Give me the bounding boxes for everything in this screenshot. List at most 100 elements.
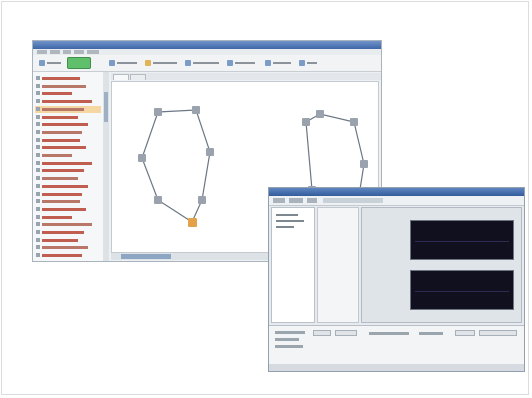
graph-node[interactable] xyxy=(192,106,200,114)
object-list-item[interactable] xyxy=(35,167,101,174)
item-icon xyxy=(36,222,40,227)
scrollbar-thumb[interactable] xyxy=(121,254,171,259)
tool-icon xyxy=(39,60,45,66)
object-list-item[interactable] xyxy=(35,221,101,228)
scrollbar-thumb[interactable] xyxy=(104,92,108,122)
scope-trace xyxy=(415,291,509,292)
object-list-item[interactable] xyxy=(35,160,101,167)
tree-node[interactable] xyxy=(276,226,294,228)
object-list-panel xyxy=(33,72,104,261)
status-field xyxy=(275,338,299,341)
menu-item[interactable] xyxy=(50,50,60,54)
object-list-item[interactable] xyxy=(35,129,101,136)
toolbar-button[interactable] xyxy=(39,59,63,67)
toolbar-button[interactable] xyxy=(273,198,285,203)
status-button[interactable] xyxy=(335,330,357,336)
image-frame xyxy=(1,1,529,395)
toolbar-button[interactable] xyxy=(289,198,303,203)
menu-item[interactable] xyxy=(87,50,99,54)
status-button[interactable] xyxy=(313,330,331,336)
tool-icon xyxy=(265,60,271,66)
graph-node[interactable] xyxy=(154,108,162,116)
toolbar-button-active[interactable] xyxy=(67,57,91,69)
toolbar-button[interactable] xyxy=(307,198,317,203)
object-list-item[interactable] xyxy=(35,206,101,213)
object-list-item[interactable] xyxy=(35,183,101,190)
item-icon xyxy=(36,206,40,211)
object-list-item[interactable] xyxy=(35,237,101,244)
tool-icon xyxy=(145,60,151,66)
monitor-title-bar[interactable] xyxy=(269,188,524,196)
object-list-item[interactable] xyxy=(35,90,101,97)
item-icon xyxy=(36,106,40,111)
item-icon xyxy=(36,91,40,96)
object-list-item[interactable] xyxy=(35,105,101,113)
object-list-item[interactable] xyxy=(35,244,101,251)
tree-node[interactable] xyxy=(276,214,298,216)
menu-item[interactable] xyxy=(63,50,71,54)
toolbar-button[interactable] xyxy=(323,198,383,203)
object-list-item[interactable] xyxy=(35,121,101,128)
graph-node[interactable] xyxy=(350,118,358,126)
status-button[interactable] xyxy=(479,330,517,336)
status-field xyxy=(275,331,305,334)
graph-node[interactable] xyxy=(206,148,214,156)
object-list-item[interactable] xyxy=(35,114,101,121)
object-list-item[interactable] xyxy=(35,229,101,236)
item-icon xyxy=(36,191,40,196)
signal-tree-panel xyxy=(271,207,315,323)
monitor-status-bar xyxy=(269,364,524,371)
object-list-item[interactable] xyxy=(35,152,101,159)
menu-item[interactable] xyxy=(74,50,84,54)
object-list-item[interactable] xyxy=(35,175,101,182)
monitor-toolbar xyxy=(269,196,524,206)
object-list-item[interactable] xyxy=(35,137,101,144)
item-icon xyxy=(36,145,40,150)
view-tab[interactable] xyxy=(130,74,146,80)
status-field xyxy=(369,332,409,335)
item-icon xyxy=(36,99,40,104)
object-list-item[interactable] xyxy=(35,83,101,90)
graph-node[interactable] xyxy=(302,118,310,126)
toolbar-button[interactable] xyxy=(299,59,319,67)
menu-item[interactable] xyxy=(37,50,47,54)
graph-node-highlighted[interactable] xyxy=(188,218,197,227)
object-list-item[interactable] xyxy=(35,75,101,82)
toolbar-button[interactable] xyxy=(145,59,179,67)
item-icon xyxy=(36,137,40,142)
object-list-item[interactable] xyxy=(35,144,101,151)
monitor-window xyxy=(268,187,525,372)
status-button[interactable] xyxy=(455,330,475,336)
scope-panel-top[interactable] xyxy=(410,220,514,260)
tree-node[interactable] xyxy=(276,220,304,222)
status-field xyxy=(275,345,303,348)
scope-panel-bottom[interactable] xyxy=(410,270,514,310)
object-list-scrollbar[interactable] xyxy=(103,72,109,261)
item-icon xyxy=(36,153,40,157)
item-icon xyxy=(36,83,40,88)
item-icon xyxy=(36,253,40,258)
toolbar-button[interactable] xyxy=(185,59,221,67)
view-tab[interactable] xyxy=(113,74,129,80)
item-icon xyxy=(36,214,40,219)
graph-node[interactable] xyxy=(360,160,368,168)
scope-display-area xyxy=(361,207,522,323)
object-list-item[interactable] xyxy=(35,98,101,105)
toolbar-button[interactable] xyxy=(109,59,139,67)
graph-node[interactable] xyxy=(138,154,146,162)
item-icon xyxy=(36,76,40,80)
graph-editor-toolbar xyxy=(33,55,381,72)
object-list-item[interactable] xyxy=(35,191,101,198)
view-tabs xyxy=(111,73,381,80)
object-list-item[interactable] xyxy=(35,214,101,221)
graph-node[interactable] xyxy=(198,196,206,204)
toolbar-button[interactable] xyxy=(265,59,293,67)
object-list-item[interactable] xyxy=(35,252,101,259)
object-list-item[interactable] xyxy=(35,198,101,205)
toolbar-button[interactable] xyxy=(227,59,257,67)
tool-icon xyxy=(185,60,191,66)
graph-node[interactable] xyxy=(316,110,324,118)
scope-trace xyxy=(415,241,509,242)
graph-editor-title-bar[interactable] xyxy=(33,41,381,49)
graph-node[interactable] xyxy=(154,196,162,204)
